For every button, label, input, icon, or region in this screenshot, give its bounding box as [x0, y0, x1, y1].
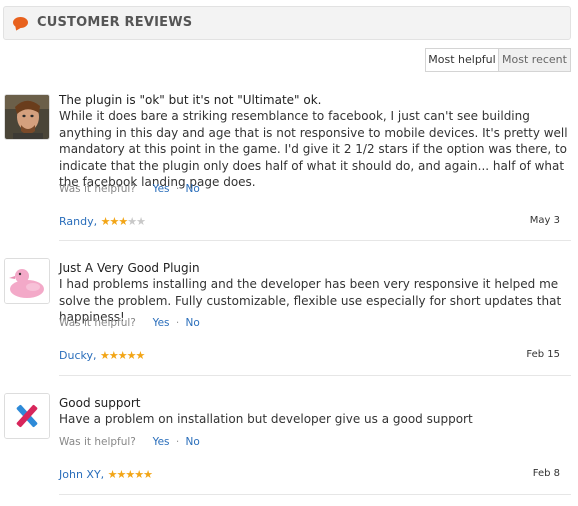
review-date: Feb 8	[532, 468, 560, 479]
reviews-header: CUSTOMER REVIEWS	[3, 6, 571, 40]
review-title: Just A Very Good Plugin	[59, 261, 200, 275]
helpful-no-link[interactable]: No	[186, 183, 200, 195]
rating-stars: ★★★★★	[99, 349, 145, 362]
review-body: While it does bare a striking resemblanc…	[59, 109, 568, 189]
helpful-yes-link[interactable]: Yes	[153, 183, 170, 195]
author-name[interactable]: Randy,	[59, 215, 97, 228]
avatar	[4, 393, 50, 439]
rating-stars: ★★★★★	[101, 215, 146, 228]
avatar	[4, 258, 50, 304]
separator-dot: ·	[175, 317, 180, 329]
star-filled-icon: ★	[99, 349, 110, 362]
helpful-label: Was it helpful?	[59, 436, 136, 448]
divider	[59, 240, 571, 241]
helpful-row: Was it helpful? Yes · No	[59, 436, 200, 448]
helpful-row: Was it helpful? Yes · No	[59, 183, 200, 195]
divider	[59, 494, 571, 495]
review-author: Ducky, ★★★★★	[59, 349, 145, 362]
pink-duck-icon	[5, 259, 49, 303]
divider	[59, 375, 571, 376]
review-title: The plugin is "ok" but it's not "Ultimat…	[59, 93, 322, 107]
sort-most-helpful-button[interactable]: Most helpful	[425, 48, 499, 72]
helpful-no-link[interactable]: No	[186, 317, 200, 329]
review-author: Randy, ★★★★★	[59, 215, 146, 228]
sort-most-recent-button[interactable]: Most recent	[498, 48, 571, 72]
star-filled-icon: ★	[125, 468, 135, 481]
helpful-yes-link[interactable]: Yes	[153, 436, 170, 448]
cross-logo-icon	[5, 394, 49, 438]
review-author: John XY, ★★★★★	[59, 468, 153, 481]
review-date: May 3	[529, 215, 560, 226]
star-filled-icon: ★	[108, 349, 119, 362]
star-filled-icon: ★	[135, 349, 145, 362]
person-photo-icon	[5, 95, 49, 139]
star-filled-icon: ★	[107, 468, 118, 481]
review-body: Have a problem on installation but devel…	[59, 412, 473, 426]
separator-dot: ·	[175, 183, 180, 195]
speech-bubble-icon	[13, 17, 28, 28]
star-filled-icon: ★	[143, 468, 153, 481]
rating-stars: ★★★★★	[107, 468, 153, 481]
helpful-no-link[interactable]: No	[186, 436, 200, 448]
separator-dot: ·	[175, 436, 180, 448]
helpful-yes-link[interactable]: Yes	[153, 317, 170, 329]
review-title: Good support	[59, 396, 141, 410]
star-empty-icon: ★	[127, 215, 137, 228]
author-name[interactable]: Ducky,	[59, 349, 96, 362]
review-date: Feb 15	[526, 349, 560, 360]
helpful-row: Was it helpful? Yes · No	[59, 317, 200, 329]
reviews-title: CUSTOMER REVIEWS	[37, 15, 193, 30]
author-name[interactable]: John XY,	[59, 468, 104, 481]
star-filled-icon: ★	[118, 215, 128, 228]
star-empty-icon: ★	[136, 215, 146, 228]
helpful-label: Was it helpful?	[59, 183, 136, 195]
star-filled-icon: ★	[117, 349, 128, 362]
helpful-label: Was it helpful?	[59, 317, 136, 329]
avatar	[4, 94, 50, 140]
star-filled-icon: ★	[134, 468, 144, 481]
